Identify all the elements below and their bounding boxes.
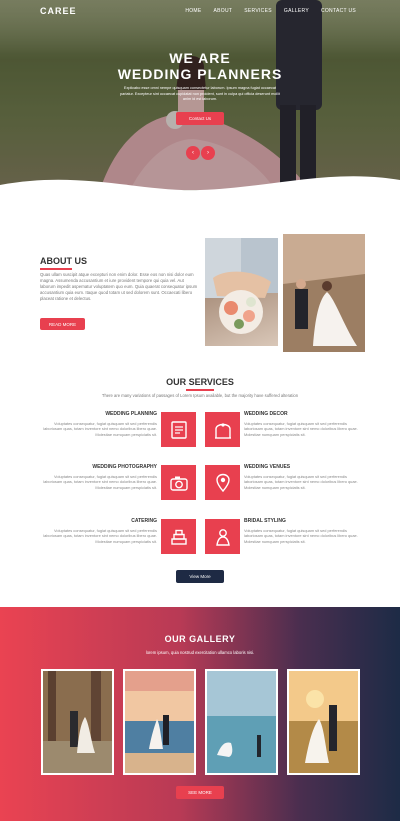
hero-title-line1: WE ARE: [169, 50, 231, 66]
service-name: WEDDING PHOTOGRAPHY: [92, 464, 157, 470]
cake-icon[interactable]: [161, 519, 196, 554]
services-subtitle: There are many variations of passages of…: [101, 393, 299, 398]
nav-about[interactable]: ABOUT: [214, 8, 233, 14]
slider-next-button[interactable]: ›: [201, 146, 215, 160]
gallery-photo-ocean[interactable]: [205, 669, 278, 775]
site-logo[interactable]: CAREE: [40, 6, 77, 16]
gallery-photo-beach-sunset[interactable]: [123, 669, 196, 775]
view-more-button[interactable]: View More: [176, 570, 224, 583]
service-desc: Voluptates consequatur, fugiat quisquam …: [244, 421, 358, 437]
about-couple-photo: [283, 234, 365, 352]
nav-contact[interactable]: CONTACT US: [321, 8, 356, 14]
read-more-button[interactable]: READ MORE: [40, 318, 85, 330]
service-desc: Voluptates consequatur, fugiat quisquam …: [43, 474, 157, 490]
hero-wave-divider: [0, 176, 400, 220]
venue-pin-icon[interactable]: [205, 465, 240, 500]
service-name: CATERING: [131, 518, 157, 524]
nav-gallery[interactable]: GALLERY: [284, 8, 309, 14]
service-desc: Voluptates consequatur, fugiat quisquam …: [43, 528, 157, 544]
service-name: WEDDING VENUES: [244, 464, 291, 470]
see-more-button[interactable]: SEE MORE: [176, 786, 224, 799]
about-underline: [40, 268, 72, 270]
service-bridal-styling: BRIDAL STYLING Voluptates consequatur, f…: [244, 518, 360, 544]
gallery-title: OUR GALLERY: [164, 634, 236, 644]
main-menu: HOME ABOUT SERVICES GALLERY CONTACT US: [185, 8, 356, 14]
services-title: OUR SERVICES: [166, 377, 234, 387]
service-desc: Voluptates consequatur, fugiat quisquam …: [244, 474, 358, 490]
about-text: Quas ullam suscipit atque excepturi non …: [40, 272, 198, 301]
gallery-photo-forest[interactable]: [41, 669, 114, 775]
service-desc: Voluptates consequatur, fugiat quisquam …: [43, 421, 157, 437]
bride-icon[interactable]: [205, 519, 240, 554]
service-wedding-photography: WEDDING PHOTOGRAPHY Voluptates consequat…: [41, 464, 157, 490]
service-name: BRIDAL STYLING: [244, 518, 286, 524]
top-navbar: CAREE HOME ABOUT SERVICES GALLERY CONTAC…: [0, 0, 400, 22]
service-name: WEDDING PLANNING: [105, 411, 157, 417]
service-wedding-venues: WEDDING VENUES Voluptates consequatur, f…: [244, 464, 360, 490]
gallery-photo-golden-field[interactable]: [287, 669, 360, 775]
hero-title-line2: WEDDING PLANNERS: [117, 66, 283, 82]
gallery-subtitle: lorem ipsum, quia nostrud exercitation u…: [145, 650, 255, 655]
service-wedding-decor: WEDDING DECOR Voluptates consequatur, fu…: [244, 411, 360, 437]
planning-icon[interactable]: [161, 412, 196, 447]
contact-us-button[interactable]: Contact Us: [176, 112, 224, 125]
about-title: ABOUT US: [40, 256, 87, 266]
hero-subtitle: Explicabo esse omni nempe quisquam conse…: [120, 86, 280, 101]
nav-home[interactable]: HOME: [185, 8, 201, 14]
service-wedding-planning: WEDDING PLANNING Voluptates consequatur,…: [41, 411, 157, 437]
slider-prev-button[interactable]: ‹: [186, 146, 200, 160]
decor-arch-icon[interactable]: [205, 412, 240, 447]
about-rings-photo: [205, 238, 278, 346]
nav-services[interactable]: SERVICES: [244, 8, 272, 14]
service-catering: CATERING Voluptates consequatur, fugiat …: [41, 518, 157, 544]
service-desc: Voluptates consequatur, fugiat quisquam …: [244, 528, 358, 544]
services-underline: [186, 389, 214, 391]
camera-icon[interactable]: [161, 465, 196, 500]
service-name: WEDDING DECOR: [244, 411, 288, 417]
